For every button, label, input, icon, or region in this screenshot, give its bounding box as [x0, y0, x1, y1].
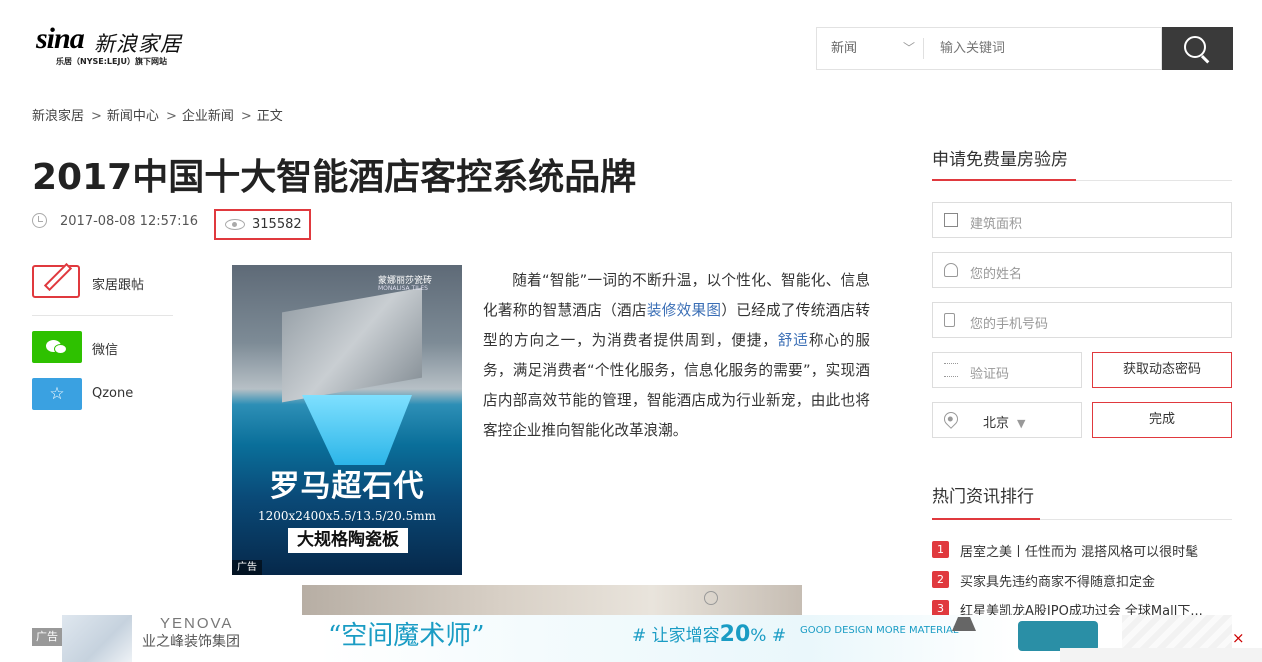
rank-badge: 3 [932, 600, 949, 615]
article-paragraph: 随着“智能”一词的不断升温，以个性化、智能化、信息化著称的智慧酒店（酒店装修效果… [483, 272, 870, 439]
sofa-graphic [1018, 621, 1098, 651]
area-icon [944, 213, 958, 227]
city-value: 北京 [983, 416, 1010, 431]
code-icon [944, 363, 958, 377]
logo-site-name: 新浪家居 [94, 32, 182, 56]
rank-text: 居室之美丨任性而为 混搭风格可以很时髦 [960, 545, 1199, 560]
area-field[interactable]: 建筑面积 [932, 202, 1232, 238]
name-placeholder: 您的姓名 [970, 267, 1023, 282]
share-divider [32, 315, 173, 316]
code-placeholder: 验证码 [970, 367, 1010, 382]
logo-subtitle: 乐居（NYSE:LEJU）旗下网站 [56, 57, 167, 66]
breadcrumb-current: 正文 [256, 109, 283, 124]
ranking-item[interactable]: 2 买家具先违约商家不得随意扣定金 [932, 570, 1232, 590]
triangle-down-icon: ▼ [1017, 417, 1026, 430]
view-count-box: 315582 [214, 209, 311, 240]
form-title: 申请免费量房验房 [932, 150, 1068, 170]
qzone-label[interactable]: Qzone [92, 386, 133, 401]
location-pin-icon [941, 409, 961, 429]
banner-brand-cn: 业之峰装饰集团 [142, 634, 240, 650]
breadcrumb-news-center[interactable]: 新闻中心 [107, 109, 159, 124]
name-field[interactable]: 您的姓名 [932, 252, 1232, 288]
pen-icon [43, 262, 73, 292]
bottom-toolbar [1060, 648, 1262, 662]
city-select[interactable]: 北京 ▼ [932, 402, 1082, 438]
edit-comment-icon[interactable] [32, 262, 80, 298]
close-icon[interactable]: × [1232, 629, 1245, 647]
form-title-underline [932, 179, 1232, 181]
rank-text: 红星美凯龙A股IPO成功过会 全球Mall下... [960, 604, 1203, 615]
ranking-title: 热门资讯排行 [932, 487, 1034, 507]
phone-icon [944, 313, 955, 327]
ranking-item[interactable]: 1 居室之美丨任性而为 混搭风格可以很时髦 [932, 540, 1232, 560]
search-bar: 新闻 ﹀ [816, 27, 1162, 70]
tile-advertisement[interactable]: 蒙娜丽莎瓷砖 MONALISA TILES 罗马超石代 1200x2400x5.… [232, 265, 462, 575]
ad-headline: 罗马超石代 [269, 469, 425, 504]
ranking-item[interactable]: 3 红星美凯龙A股IPO成功过会 全球Mall下... [932, 599, 1232, 615]
banner-left-graphic [62, 615, 132, 662]
lamp-graphic [704, 591, 718, 605]
get-code-button[interactable]: 获取动态密码 [1092, 352, 1232, 388]
breadcrumb-home[interactable]: 新浪家居 [32, 109, 84, 124]
wechat-share-button[interactable] [32, 331, 82, 363]
ad-spec: 1200x2400x5.5/13.5/20.5mm [258, 509, 436, 523]
user-icon [944, 263, 958, 277]
search-category-select[interactable]: 新闻 ﹀ [817, 28, 923, 69]
breadcrumb: 新浪家居 > 新闻中心 > 企业新闻 > 正文 [32, 109, 283, 124]
submit-button[interactable]: 完成 [1092, 402, 1232, 438]
article-datetime: 2017-08-08 12:57:16 [60, 214, 199, 229]
chevron-down-icon: ﹀ [902, 41, 915, 55]
banner-brand-en: YENOVA [160, 615, 234, 632]
link-decoration-images[interactable]: 装修效果图 [647, 302, 721, 319]
search-icon [1184, 36, 1206, 58]
logo-sina-text: sina [36, 22, 85, 55]
view-count: 315582 [252, 217, 302, 232]
banner-slogan: “空间魔术师” [328, 621, 485, 651]
phone-placeholder: 您的手机号码 [970, 317, 1049, 332]
banner-tagline: GOOD DESIGN MORE MATERIAL [800, 625, 959, 636]
article-image [302, 585, 802, 615]
breadcrumb-company-news[interactable]: 企业新闻 [182, 109, 234, 124]
clock-icon [32, 213, 47, 228]
rank-badge: 2 [932, 571, 949, 588]
wechat-label[interactable]: 微信 [92, 339, 118, 358]
ad-label: 广告 [232, 560, 262, 575]
banner-ad-label: 广告 [32, 628, 62, 646]
qzone-share-button[interactable]: ☆ [32, 378, 82, 410]
share-post-label[interactable]: 家居跟帖 [92, 274, 144, 293]
search-input[interactable] [924, 28, 1161, 69]
site-logo[interactable]: sina 新浪家居 乐居（NYSE:LEJU）旗下网站 [36, 18, 206, 70]
ad-brand-en: MONALISA TILES [378, 285, 428, 292]
search-category-value: 新闻 [831, 41, 858, 56]
stone-slab-graphic [282, 287, 422, 403]
star-icon: ☆ [49, 384, 65, 404]
rank-badge: 1 [932, 541, 949, 558]
link-comfort[interactable]: 舒适 [778, 332, 809, 349]
ranking-underline [932, 518, 1232, 520]
code-field[interactable]: 验证码 [932, 352, 1082, 388]
area-placeholder: 建筑面积 [970, 217, 1023, 232]
ad-tag: 大规格陶瓷板 [288, 528, 408, 553]
rank-text: 买家具先违约商家不得随意扣定金 [960, 575, 1156, 590]
article-title: 2017中国十大智能酒店客控系统品牌 [32, 157, 637, 198]
search-button[interactable] [1162, 27, 1233, 70]
iceberg-graphic [302, 395, 412, 465]
article-body: 随着“智能”一词的不断升温，以个性化、智能化、信息化著称的智慧酒店（酒店装修效果… [483, 266, 870, 446]
eye-icon [225, 219, 245, 230]
phone-field[interactable]: 您的手机号码 [932, 302, 1232, 338]
banner-hashtag: # 让家增容20% # [632, 622, 787, 647]
